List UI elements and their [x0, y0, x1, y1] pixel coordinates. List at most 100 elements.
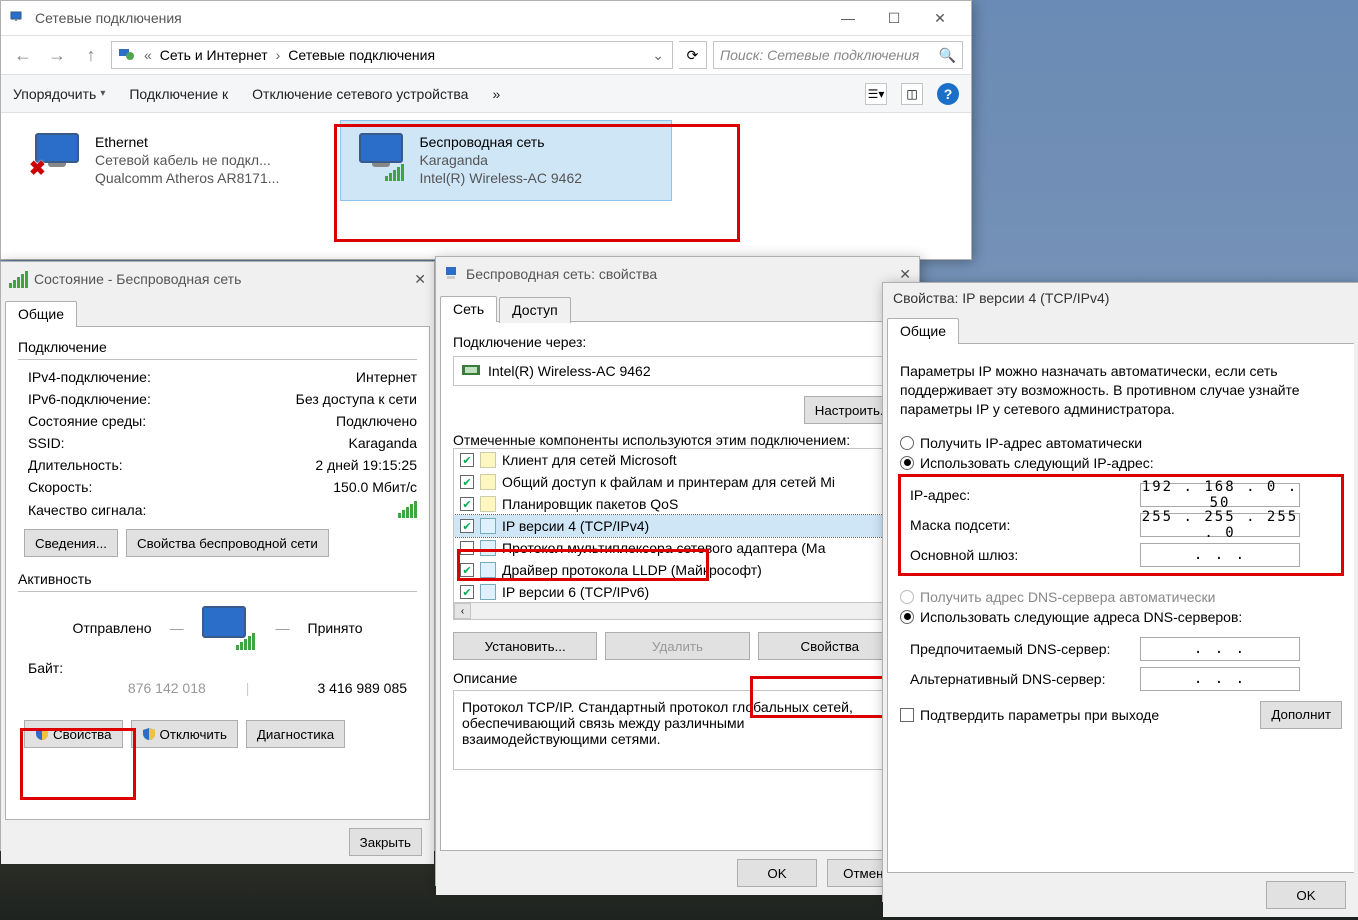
tab-general[interactable]: Общие — [887, 318, 959, 344]
nav-bar: ← → ↑ « Сеть и Интернет › Сетевые подклю… — [1, 35, 971, 75]
bytes-label: Байт: — [28, 660, 63, 676]
close-button[interactable]: ✕ — [917, 3, 963, 33]
adapter-status: Сетевой кабель не подкл... — [95, 151, 279, 169]
details-button[interactable]: Сведения... — [24, 529, 118, 557]
organize-menu[interactable]: Упорядочить▾ — [13, 86, 105, 102]
scrollbar[interactable]: ‹› — [454, 602, 901, 619]
maximize-button[interactable]: ☐ — [871, 3, 917, 33]
minimize-button[interactable]: — — [825, 3, 871, 33]
crumb-connections[interactable]: Сетевые подключения — [288, 47, 435, 63]
wireless-properties-button[interactable]: Свойства беспроводной сети — [126, 529, 329, 557]
tab-access[interactable]: Доступ — [499, 297, 571, 323]
preview-pane-icon[interactable]: ◫ — [901, 83, 923, 105]
checkbox[interactable] — [900, 708, 914, 722]
signal-bars-icon — [385, 164, 404, 181]
disable-device-button[interactable]: Отключение сетевого устройства — [252, 86, 468, 102]
radio-label: Получить адрес DNS-сервера автоматически — [920, 589, 1215, 605]
dns2-field[interactable]: . . . — [1140, 667, 1300, 691]
refresh-button[interactable]: ⟳ — [679, 41, 707, 69]
forward-button[interactable]: → — [43, 41, 71, 69]
validate-checkbox-row[interactable]: Подтвердить параметры при выходе Дополни… — [900, 701, 1342, 729]
checkbox[interactable] — [460, 497, 474, 511]
view-dropdown-icon[interactable]: ☰▾ — [865, 83, 887, 105]
diagnose-button[interactable]: Диагностика — [246, 720, 345, 748]
value: Karaganda — [348, 435, 417, 451]
adapter-ssid: Karaganda — [419, 151, 582, 169]
component-item[interactable]: Протокол мультиплексора сетевого адаптер… — [454, 537, 901, 559]
disable-button[interactable]: Отключить — [131, 720, 238, 748]
subnet-mask-field[interactable]: 255 . 255 . 255 . 0 — [1140, 513, 1300, 537]
checkbox[interactable] — [460, 519, 474, 533]
connect-to-button[interactable]: Подключение к — [129, 86, 228, 102]
dns1-field[interactable]: . . . — [1140, 637, 1300, 661]
close-button[interactable]: ✕ — [899, 266, 911, 283]
radio-icon[interactable] — [900, 456, 914, 470]
adapter-wireless[interactable]: Беспроводная сеть Karaganda Intel(R) Wir… — [341, 121, 671, 200]
activity-group-label: Активность — [18, 571, 417, 587]
component-item[interactable]: Клиент для сетей Microsoft — [454, 449, 901, 471]
radio-auto-ip[interactable]: Получить IP-адрес автоматически — [900, 433, 1342, 453]
component-name: Драйвер протокола LLDP (Майкрософт) — [502, 562, 762, 578]
radio-auto-dns: Получить адрес DNS-сервера автоматически — [900, 587, 1342, 607]
properties-button[interactable]: Свойства — [24, 720, 123, 748]
toolbar: Упорядочить▾ Подключение к Отключение се… — [1, 75, 971, 113]
component-item[interactable]: Драйвер протокола LLDP (Майкрософт) — [454, 559, 901, 581]
component-properties-button[interactable]: Свойства — [758, 632, 902, 660]
titlebar[interactable]: Беспроводная сеть: свойства ✕ — [436, 257, 919, 291]
crumb-network[interactable]: Сеть и Интернет — [160, 47, 268, 63]
label: IPv6-подключение: — [28, 391, 151, 407]
component-item[interactable]: Планировщик пакетов QoS — [454, 493, 901, 515]
ok-button[interactable]: OK — [1266, 881, 1346, 909]
tab-network[interactable]: Сеть — [440, 296, 497, 322]
close-button[interactable]: ✕ — [414, 271, 426, 288]
checkbox[interactable] — [460, 475, 474, 489]
connect-through-label: Подключение через: — [453, 334, 902, 350]
radio-manual-dns[interactable]: Использовать следующие адреса DNS-сервер… — [900, 607, 1342, 627]
component-icon — [480, 562, 496, 578]
radio-icon — [900, 590, 914, 604]
adapter-ethernet[interactable]: ✖ Ethernet Сетевой кабель не подкл... Qu… — [17, 121, 291, 200]
wireless-icon — [353, 133, 409, 181]
back-button[interactable]: ← — [9, 41, 37, 69]
gateway-field[interactable]: . . . — [1140, 543, 1300, 567]
component-item[interactable]: Общий доступ к файлам и принтерам для се… — [454, 471, 901, 493]
ok-button[interactable]: OK — [737, 859, 817, 887]
network-connections-window: Сетевые подключения — ☐ ✕ ← → ↑ « Сеть и… — [0, 0, 972, 260]
dropdown-icon[interactable]: ⌄ — [650, 47, 666, 64]
close-button[interactable]: Закрыть — [349, 828, 422, 856]
scroll-left-icon[interactable]: ‹ — [454, 603, 471, 619]
component-icon — [480, 452, 496, 468]
label: SSID: — [28, 435, 65, 451]
component-item[interactable]: IP версии 6 (TCP/IPv6) — [454, 581, 901, 603]
help-icon[interactable]: ? — [937, 83, 959, 105]
breadcrumb[interactable]: « Сеть и Интернет › Сетевые подключения … — [111, 41, 673, 69]
checkbox[interactable] — [460, 541, 474, 555]
component-item-ipv4[interactable]: IP версии 4 (TCP/IPv4) — [454, 515, 901, 537]
components-list[interactable]: Клиент для сетей Microsoft Общий доступ … — [453, 448, 902, 620]
radio-icon[interactable] — [900, 610, 914, 624]
more-chevron-button[interactable]: » — [492, 86, 500, 102]
up-button[interactable]: ↑ — [77, 41, 105, 69]
checkbox[interactable] — [460, 563, 474, 577]
ip-address-field[interactable]: 192 . 168 . 0 . 50 — [1140, 483, 1300, 507]
disconnected-icon: ✖ — [29, 156, 46, 181]
component-name: Клиент для сетей Microsoft — [502, 452, 677, 468]
radio-manual-ip[interactable]: Использовать следующий IP-адрес: — [900, 453, 1342, 473]
search-input[interactable]: Поиск: Сетевые подключения 🔍 — [713, 41, 963, 69]
window-title: Беспроводная сеть: свойства — [466, 266, 657, 282]
titlebar[interactable]: Сетевые подключения — ☐ ✕ — [1, 1, 971, 35]
checkbox[interactable] — [460, 585, 474, 599]
install-button[interactable]: Установить... — [453, 632, 597, 660]
shield-icon — [35, 727, 49, 741]
checkbox[interactable] — [460, 453, 474, 467]
tab-general[interactable]: Общие — [5, 301, 77, 327]
advanced-button[interactable]: Дополнит — [1260, 701, 1342, 729]
window-title: Свойства: IP версии 4 (TCP/IPv4) — [893, 290, 1109, 306]
titlebar[interactable]: Состояние - Беспроводная сеть ✕ — [1, 262, 434, 296]
radio-label: Получить IP-адрес автоматически — [920, 435, 1142, 451]
titlebar[interactable]: Свойства: IP версии 4 (TCP/IPv4) — [883, 283, 1358, 313]
description-label: Описание — [453, 670, 902, 686]
radio-icon[interactable] — [900, 436, 914, 450]
adapter-field[interactable]: Intel(R) Wireless-AC 9462 — [453, 356, 902, 386]
label: Состояние среды: — [28, 413, 146, 429]
